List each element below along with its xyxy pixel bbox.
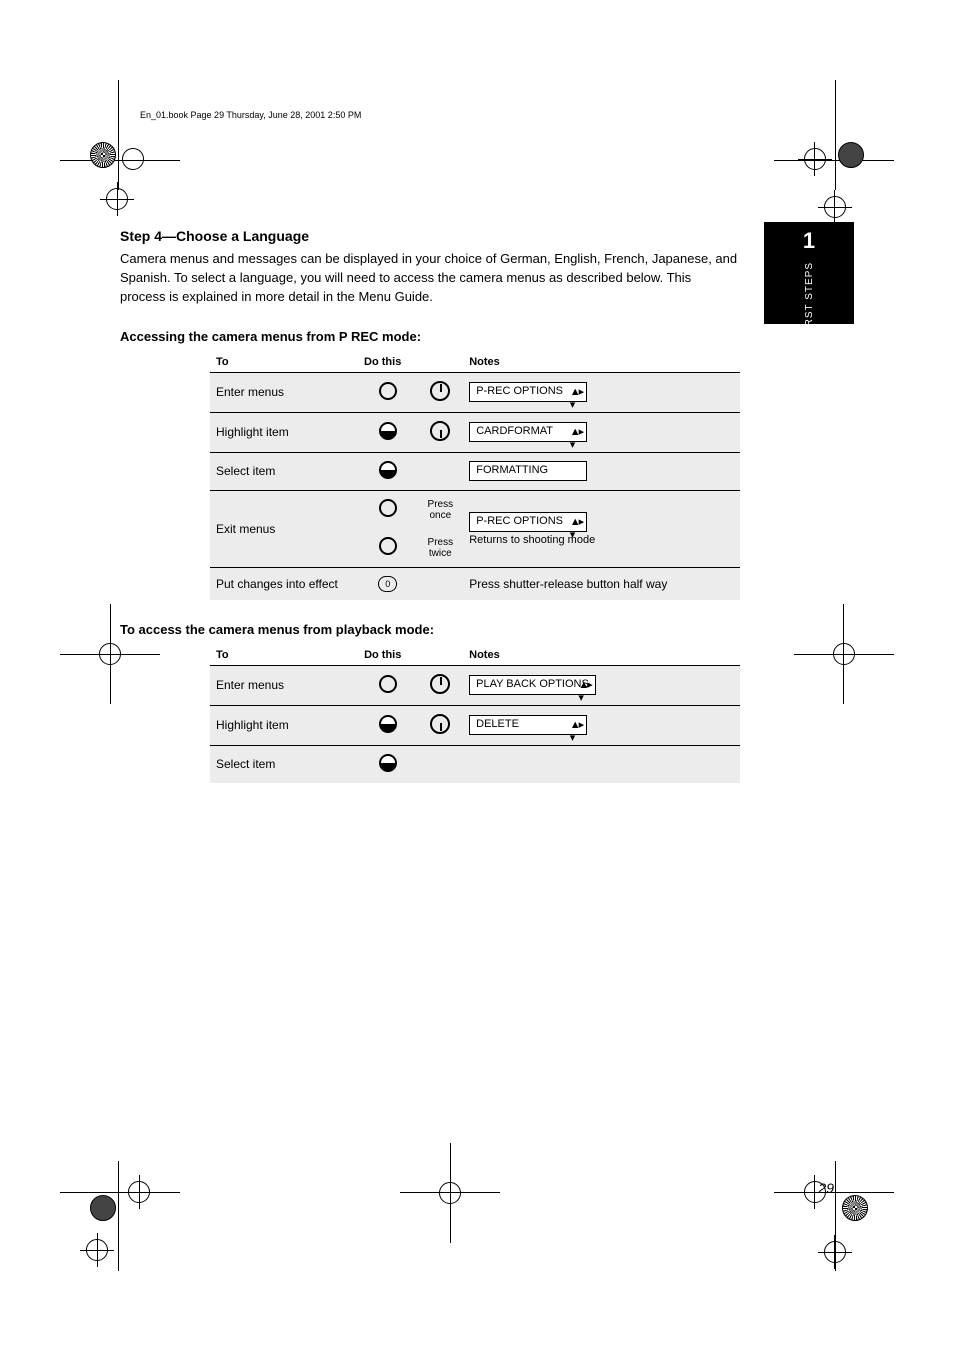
crop-mark — [835, 80, 836, 190]
crop-mark — [774, 1192, 894, 1193]
row-note: Press shutter-release button half way — [463, 567, 740, 600]
func-button-icon — [358, 412, 417, 452]
row-label: Enter menus — [210, 372, 358, 412]
row-label: Highlight item — [210, 412, 358, 452]
func-button-icon — [358, 665, 417, 705]
row-label: Exit menus — [210, 490, 358, 567]
lcd-text: DELETE — [476, 718, 519, 730]
lcd-display: P-REC OPTIONS ▲▸▾ — [469, 382, 587, 402]
lcd-text: CARDFORMAT — [476, 425, 553, 437]
lcd-text: PLAY BACK OPTIONS — [476, 678, 589, 690]
subheading: To access the camera menus from playback… — [120, 622, 740, 637]
command-dial-icon — [417, 665, 463, 705]
crop-mark — [60, 1192, 180, 1193]
row-note — [463, 745, 740, 783]
func-button-icon — [358, 529, 417, 568]
nav-arrows-icon: ▲▸▾ — [570, 718, 582, 744]
crop-mark — [774, 160, 894, 161]
col-do: Do this — [358, 645, 463, 666]
registration-target-icon — [122, 148, 144, 170]
crop-mark — [814, 142, 815, 176]
row-note: CARDFORMAT ▲▸▾ — [463, 412, 740, 452]
press-once-label: Press once — [417, 490, 463, 529]
row-label: Select item — [210, 452, 358, 490]
registration-target-icon — [99, 643, 121, 665]
crop-mark — [60, 160, 180, 161]
registration-dot-icon — [838, 142, 864, 168]
col-notes: Notes — [463, 645, 740, 666]
registration-target-icon — [833, 643, 855, 665]
func-button-icon — [358, 490, 417, 529]
crop-mark — [818, 207, 852, 208]
lcd-display: CARDFORMAT ▲▸▾ — [469, 422, 587, 442]
thumb-tab-number: 1 — [764, 228, 854, 254]
func-button-icon — [358, 705, 417, 745]
row-note: P-REC OPTIONS ▲▸▾ — [463, 372, 740, 412]
thumb-tab-label: FIRST STEPS — [804, 262, 815, 337]
row-label: Enter menus — [210, 665, 358, 705]
func-button-icon — [358, 745, 417, 783]
row-note: DELETE ▲▸▾ — [463, 705, 740, 745]
blank — [417, 745, 463, 783]
shutter-button-icon: 0 — [358, 567, 417, 600]
doc-header: En_01.book Page 29 Thursday, June 28, 20… — [140, 110, 361, 120]
nav-arrows-icon: ▲▸▾ — [570, 385, 582, 411]
blank — [417, 452, 463, 490]
col-to: To — [210, 645, 358, 666]
press-twice-label: Press twice — [417, 529, 463, 568]
crop-mark — [118, 1161, 119, 1271]
lcd-text: FORMATTING — [476, 464, 548, 476]
registration-dot-icon — [90, 142, 116, 168]
page-content: Step 4—Choose a Language Camera menus an… — [120, 228, 740, 783]
lcd-display: FORMATTING — [469, 461, 587, 481]
nav-arrows-icon: ▲▸▾ — [570, 425, 582, 451]
row-label: Select item — [210, 745, 358, 783]
options-table-1: To Do this Notes Enter menus P-REC OPTIO… — [210, 352, 740, 600]
lcd-text: P-REC OPTIONS — [476, 515, 563, 527]
crop-mark — [834, 190, 835, 224]
crop-mark — [117, 182, 118, 216]
col-notes: Notes — [463, 352, 740, 373]
subheading: Accessing the camera menus from P REC mo… — [120, 329, 740, 344]
row-label: Put changes into effect — [210, 567, 358, 600]
section-heading: Step 4—Choose a Language — [120, 228, 740, 244]
crop-mark — [834, 1235, 835, 1269]
lcd-display: PLAY BACK OPTIONS ▲▸▾ — [469, 675, 596, 695]
command-dial-icon — [417, 705, 463, 745]
command-dial-icon — [417, 372, 463, 412]
row-note: PLAY BACK OPTIONS ▲▸▾ — [463, 665, 740, 705]
nav-arrows-icon: ▲▸▾ — [570, 515, 582, 541]
crop-mark — [798, 159, 832, 160]
intro-paragraph: Camera menus and messages can be display… — [120, 250, 740, 307]
func-button-icon — [358, 372, 417, 412]
nav-arrows-icon: ▲▸▾ — [578, 678, 590, 704]
lcd-display: P-REC OPTIONS ▲▸▾ — [469, 512, 587, 532]
registration-dot-icon — [90, 1195, 116, 1221]
registration-target-icon — [439, 1182, 461, 1204]
crop-mark — [139, 1175, 140, 1209]
col-do: Do this — [358, 352, 463, 373]
options-table-2: To Do this Notes Enter menus PLAY BACK O… — [210, 645, 740, 783]
crop-mark — [118, 80, 119, 190]
lcd-display: DELETE ▲▸▾ — [469, 715, 587, 735]
row-note: FORMATTING — [463, 452, 740, 490]
func-button-icon — [358, 452, 417, 490]
crop-mark — [818, 1252, 852, 1253]
blank — [417, 567, 463, 600]
registration-dot-icon — [842, 1195, 868, 1221]
page-number: 29 — [818, 1180, 834, 1196]
thumb-tab: 1 FIRST STEPS — [764, 222, 854, 324]
shutter-oval: 0 — [378, 576, 397, 592]
row-note: P-REC OPTIONS ▲▸▾ Returns to shooting mo… — [463, 490, 740, 567]
command-dial-icon — [417, 412, 463, 452]
crop-mark — [814, 1175, 815, 1209]
row-label: Highlight item — [210, 705, 358, 745]
crop-mark — [97, 1233, 98, 1267]
col-to: To — [210, 352, 358, 373]
lcd-text: P-REC OPTIONS — [476, 385, 563, 397]
